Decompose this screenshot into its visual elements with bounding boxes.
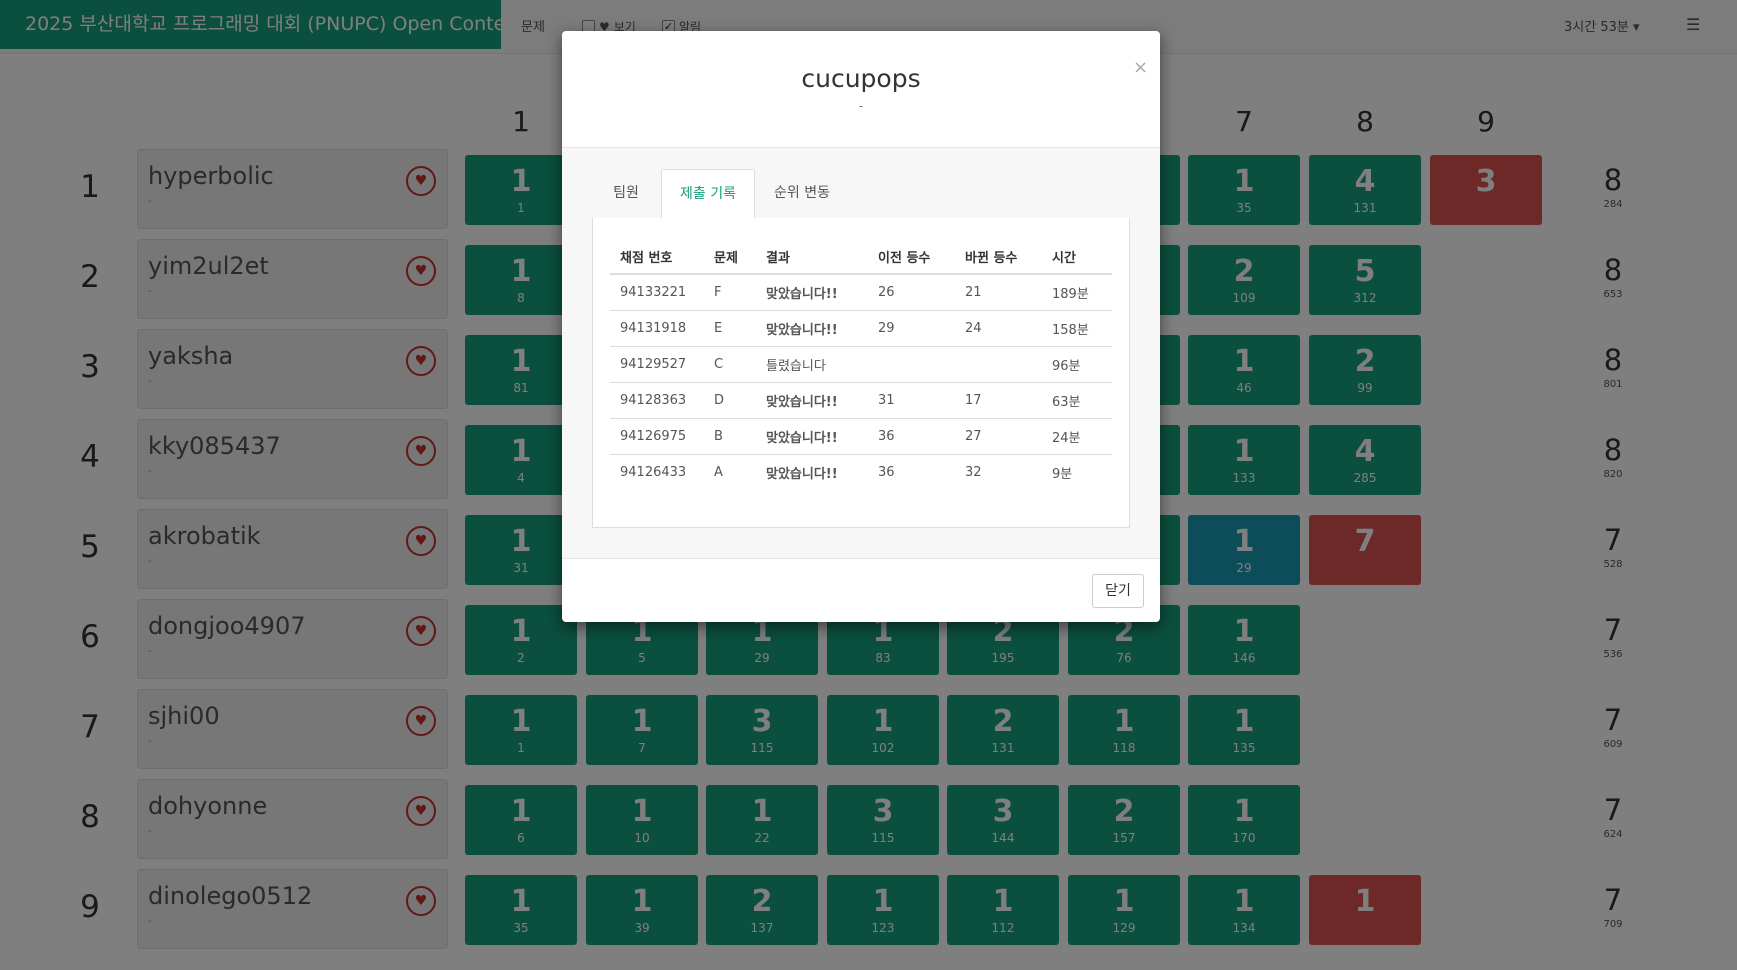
close-button[interactable]: 닫기 xyxy=(1092,574,1144,608)
modal-tabs: 팀원 제출 기록 순위 변동 xyxy=(592,169,1130,219)
previous-rank: 36 xyxy=(868,417,955,454)
close-icon[interactable]: × xyxy=(1133,57,1148,78)
previous-rank: 31 xyxy=(868,381,955,418)
table-row: 94126975 B 맞았습니다!! 36 27 24분 xyxy=(610,417,1112,454)
previous-rank xyxy=(868,345,955,382)
submission-result: 맞았습니다!! xyxy=(756,273,868,310)
submission-problem[interactable]: D xyxy=(704,381,756,418)
table-row: 94131918 E 맞았습니다!! 29 24 158분 xyxy=(610,309,1112,346)
col-new-rank: 바뀐 등수 xyxy=(955,240,1042,275)
submission-result: 틀렸습니다 xyxy=(756,345,868,382)
team-affiliation: - xyxy=(858,99,864,113)
submission-time: 9분 xyxy=(1042,453,1112,490)
submissions-table: 채점 번호 문제 결과 이전 등수 바뀐 등수 시간 94133221 F 맞았습니… xyxy=(610,240,1112,490)
submission-problem[interactable]: A xyxy=(704,453,756,490)
new-rank: 32 xyxy=(955,453,1042,490)
submission-problem[interactable]: F xyxy=(704,273,756,310)
submission-time: 158분 xyxy=(1042,309,1112,346)
submission-result: 맞았습니다!! xyxy=(756,417,868,454)
previous-rank: 26 xyxy=(868,273,955,310)
table-row: 94128363 D 맞았습니다!! 31 17 63분 xyxy=(610,381,1112,418)
table-row: 94133221 F 맞았습니다!! 26 21 189분 xyxy=(610,273,1112,310)
table-header-row: 채점 번호 문제 결과 이전 등수 바뀐 등수 시간 xyxy=(610,240,1112,275)
modal-footer: 닫기 xyxy=(562,558,1160,622)
submission-id[interactable]: 94133221 xyxy=(610,273,704,310)
submission-id[interactable]: 94128363 xyxy=(610,381,704,418)
modal-body: 팀원 제출 기록 순위 변동 채점 번호 문제 결과 이전 등수 바뀐 등수 시… xyxy=(562,148,1160,558)
new-rank: 21 xyxy=(955,273,1042,310)
new-rank: 24 xyxy=(955,309,1042,346)
team-name-title: cucupops xyxy=(801,64,921,93)
submissions-panel: 채점 번호 문제 결과 이전 등수 바뀐 등수 시간 94133221 F 맞았습니… xyxy=(592,218,1130,528)
submission-problem[interactable]: B xyxy=(704,417,756,454)
new-rank: 17 xyxy=(955,381,1042,418)
tab-members[interactable]: 팀원 xyxy=(592,169,660,219)
submission-time: 189분 xyxy=(1042,273,1112,310)
submission-problem[interactable]: E xyxy=(704,309,756,346)
tab-rank-changes[interactable]: 순위 변동 xyxy=(756,169,848,219)
team-detail-modal: cucupops - × 팀원 제출 기록 순위 변동 채점 번호 문제 결과 … xyxy=(562,31,1160,622)
submission-result: 맞았습니다!! xyxy=(756,381,868,418)
submission-id[interactable]: 94129527 xyxy=(610,345,704,382)
table-row: 94126433 A 맞았습니다!! 36 32 9분 xyxy=(610,453,1112,490)
submission-time: 63분 xyxy=(1042,381,1112,418)
tab-submissions[interactable]: 제출 기록 xyxy=(661,169,755,219)
submission-time: 96분 xyxy=(1042,345,1112,382)
col-prev-rank: 이전 등수 xyxy=(868,240,955,275)
new-rank: 27 xyxy=(955,417,1042,454)
col-time: 시간 xyxy=(1042,240,1112,275)
submission-time: 24분 xyxy=(1042,417,1112,454)
submission-id[interactable]: 94126433 xyxy=(610,453,704,490)
previous-rank: 36 xyxy=(868,453,955,490)
submission-result: 맞았습니다!! xyxy=(756,309,868,346)
previous-rank: 29 xyxy=(868,309,955,346)
submission-id[interactable]: 94126975 xyxy=(610,417,704,454)
col-result: 결과 xyxy=(756,240,868,275)
col-submission-id: 채점 번호 xyxy=(610,240,704,275)
submission-problem[interactable]: C xyxy=(704,345,756,382)
submission-id[interactable]: 94131918 xyxy=(610,309,704,346)
col-problem: 문제 xyxy=(704,240,756,275)
modal-header: cucupops - × xyxy=(562,31,1160,148)
submission-result: 맞았습니다!! xyxy=(756,453,868,490)
new-rank xyxy=(955,345,1042,382)
table-row: 94129527 C 틀렸습니다 96분 xyxy=(610,345,1112,382)
